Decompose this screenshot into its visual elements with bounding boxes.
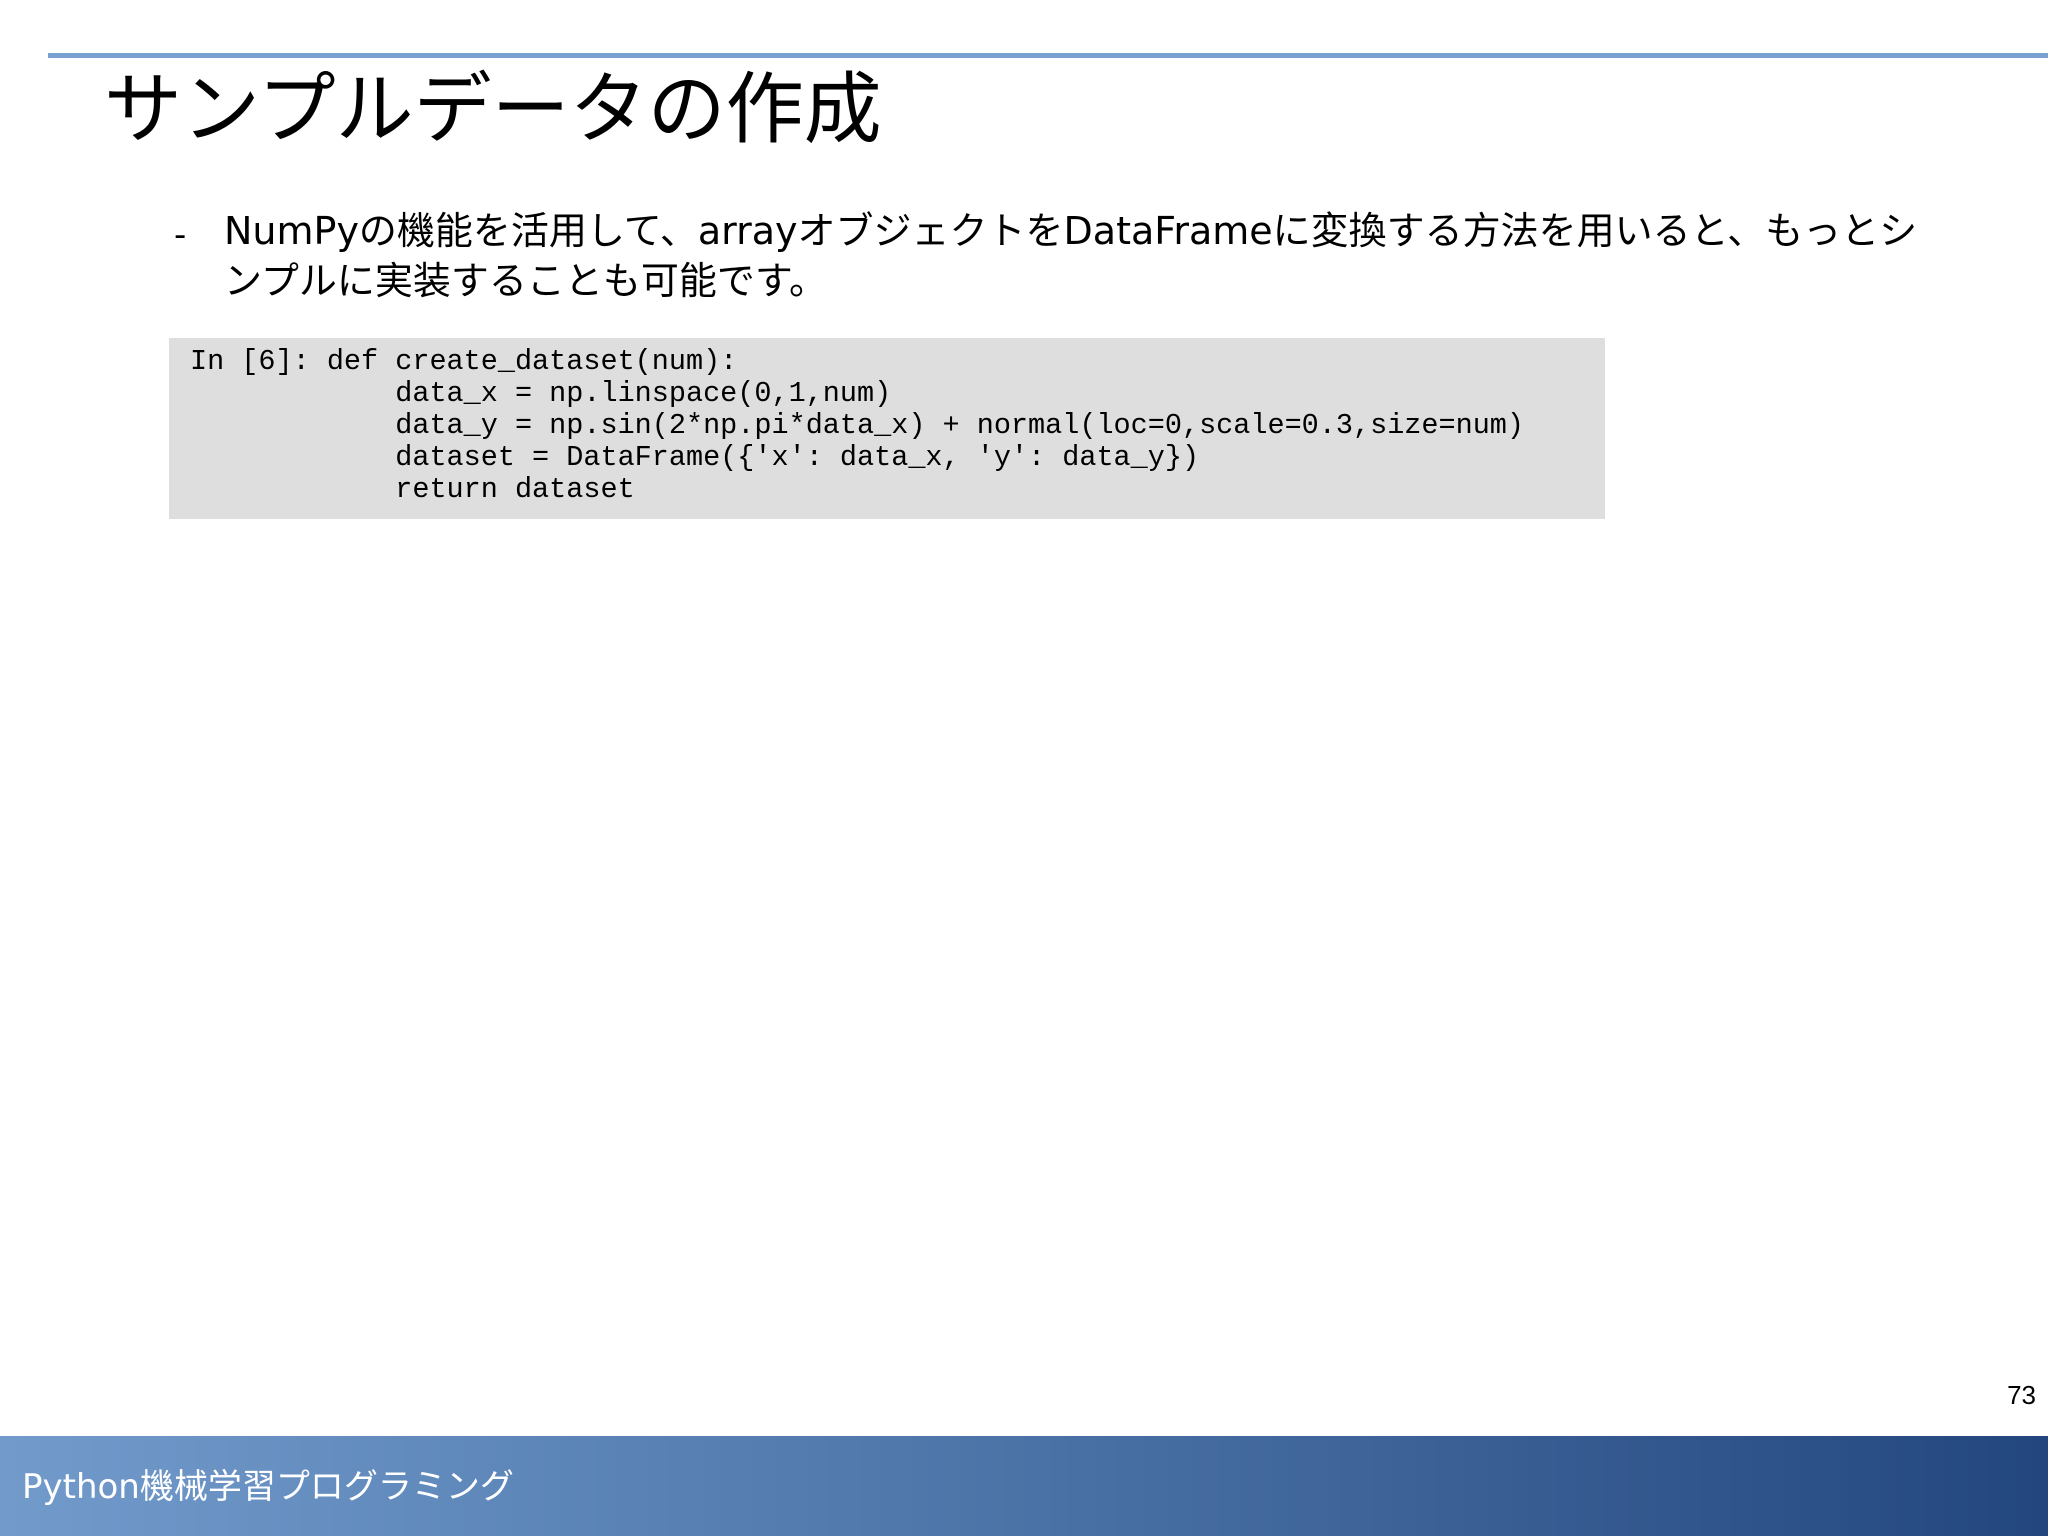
code-cell: In [6]: def create_dataset(num): data_x … bbox=[169, 338, 1605, 519]
page-number: 73 bbox=[2007, 1380, 2036, 1410]
footer-title: Python機械学習プログラミング bbox=[22, 1467, 514, 1507]
bullet-text: NumPyの機能を活用して、arrayオブジェクトをDataFrameに変換する… bbox=[224, 209, 1918, 303]
code-line: In [6]: def create_dataset(num): bbox=[190, 345, 738, 378]
bullet-marker: - bbox=[174, 215, 187, 255]
title-underline-rule bbox=[48, 53, 2048, 58]
code-line: data_y = np.sin(2*np.pi*data_x) + normal… bbox=[190, 409, 1525, 442]
footer-bar: Python機械学習プログラミング bbox=[0, 1436, 2048, 1536]
code-line: return dataset bbox=[190, 473, 635, 506]
slide-title: サンプルデータの作成 bbox=[104, 65, 882, 155]
code-line: dataset = DataFrame({'x': data_x, 'y': d… bbox=[190, 441, 1200, 474]
code-line: data_x = np.linspace(0,1,num) bbox=[190, 377, 892, 410]
